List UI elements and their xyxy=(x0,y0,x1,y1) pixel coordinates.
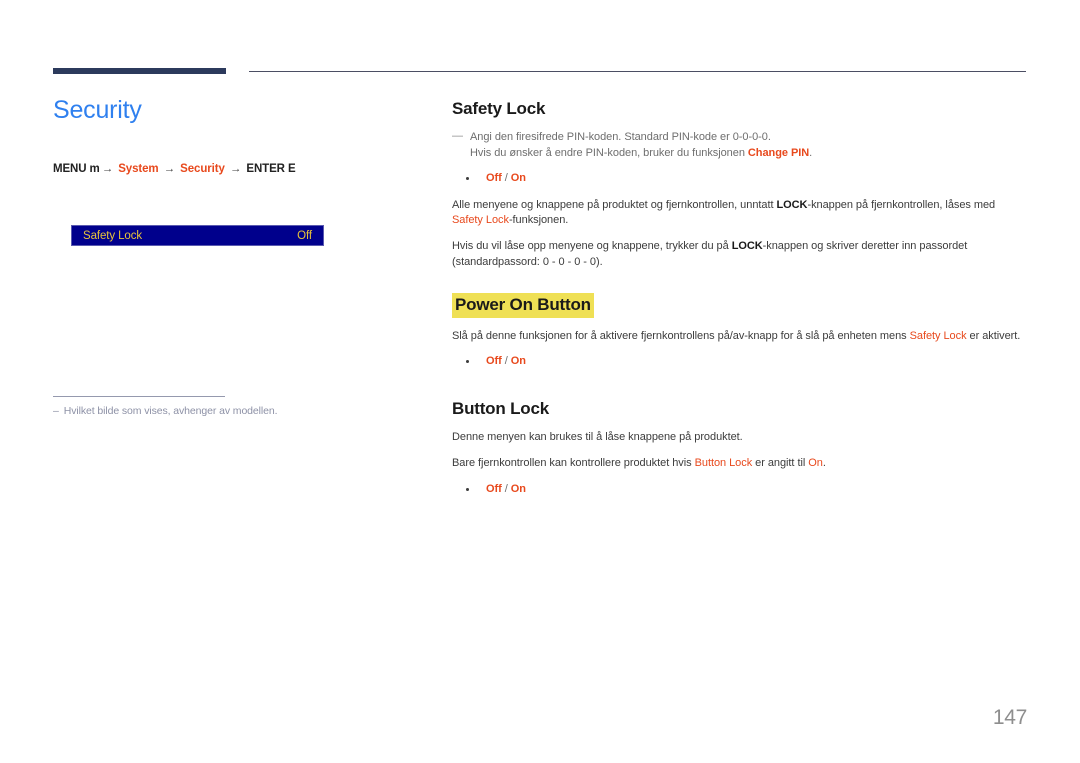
note-line-1: Angi den firesifrede PIN-koden. Standard… xyxy=(470,131,771,144)
breadcrumb-end: ENTER E xyxy=(246,163,296,175)
breadcrumb-step-security: Security xyxy=(180,163,225,175)
section-heading-power-on-button: Power On Button xyxy=(452,293,594,318)
osd-item-label: Safety Lock xyxy=(83,229,142,242)
paragraph-safety-lock-2: Hvis du vil låse opp menyene og knappene… xyxy=(452,239,1027,271)
document-page: Security MENU m → System → Security → ENT… xyxy=(0,0,1080,763)
option-separator: / xyxy=(501,482,511,495)
option-separator: / xyxy=(501,172,511,185)
option-off: Off xyxy=(486,172,502,185)
paragraph-text-post: -funksjonen. xyxy=(508,214,569,227)
paragraph-strong-lock: LOCK xyxy=(731,240,763,253)
page-number: 147 xyxy=(992,706,1027,729)
section-heading-button-lock: Button Lock xyxy=(452,398,549,418)
paragraph-text-post: er aktivert. xyxy=(966,329,1021,342)
paragraph-accent-on: On xyxy=(808,457,823,470)
note-line-2-pre: Hvis du ønsker å endre PIN-koden, bruker… xyxy=(470,147,748,160)
page-title: Security xyxy=(53,96,142,124)
section-heading-safety-lock: Safety Lock xyxy=(452,99,546,118)
paragraph-accent-button-lock: Button Lock xyxy=(694,457,753,470)
options-list-power-on-button: Off / On xyxy=(452,354,1027,369)
option-on: On xyxy=(510,355,526,368)
options-list-safety-lock: Off / On xyxy=(452,171,1027,186)
option-item: Off / On xyxy=(466,354,1027,369)
paragraph-text-post: . xyxy=(822,457,826,470)
paragraph-text-mid: er angitt til xyxy=(752,457,809,470)
paragraph-text-pre: Slå på denne funksjonen for å aktivere f… xyxy=(452,329,910,342)
right-column: Safety Lock — Angi den firesifrede PIN-k… xyxy=(452,98,1027,508)
breadcrumb-arrow-1: → xyxy=(101,163,114,175)
paragraph-button-lock-2: Bare fjernkontrollen kan kontrollere pro… xyxy=(452,456,1027,472)
footnote-text: Hvilket bilde som vises, avhenger av mod… xyxy=(63,405,278,417)
option-item: Off / On xyxy=(466,171,1027,186)
footnote-dash: – xyxy=(53,405,59,417)
header-rule-thin xyxy=(249,71,1026,72)
option-on: On xyxy=(510,482,526,495)
breadcrumb: MENU m → System → Security → ENTER E xyxy=(53,163,403,175)
note-text: Angi den firesifrede PIN-koden. Standard… xyxy=(470,130,812,162)
header-rule-thick xyxy=(53,68,226,74)
option-off: Off xyxy=(486,355,502,368)
option-on: On xyxy=(510,172,526,185)
osd-item-value: Off xyxy=(297,229,312,242)
paragraph-strong-lock: LOCK xyxy=(776,198,808,211)
option-separator: / xyxy=(501,355,511,368)
paragraph-safety-lock-1: Alle menyene og knappene på produktet og… xyxy=(452,198,1027,230)
footnote: – Hvilket bilde som vises, avhenger av m… xyxy=(53,404,393,418)
breadcrumb-arrow-3: → xyxy=(229,163,242,175)
paragraph-text-pre: Bare fjernkontrollen kan kontrollere pro… xyxy=(452,457,695,470)
breadcrumb-step-system: System xyxy=(118,163,159,175)
paragraph-accent-safety-lock: Safety Lock xyxy=(909,329,967,342)
note-line-2-post: . xyxy=(809,147,813,160)
osd-menu-row-safety-lock[interactable]: Safety Lock Off xyxy=(71,225,324,246)
note-block-safety-lock: — Angi den firesifrede PIN-koden. Standa… xyxy=(452,130,1027,162)
note-dash-icon: — xyxy=(452,130,463,143)
breadcrumb-start: MENU m xyxy=(53,163,100,175)
option-off: Off xyxy=(486,482,502,495)
section-heading-wrap-power-on-button: Power On Button xyxy=(452,293,1027,318)
paragraph-text-pre: Alle menyene og knappene på produktet og… xyxy=(452,198,777,211)
left-column: Security MENU m → System → Security → ENT… xyxy=(53,95,403,175)
option-item: Off / On xyxy=(466,482,1027,497)
footnote-divider xyxy=(53,396,225,397)
paragraph-accent-safety-lock: Safety Lock xyxy=(452,214,509,227)
paragraph-text-mid: -knappen på fjernkontrollen, låses med xyxy=(807,198,996,211)
paragraph-button-lock-1: Denne menyen kan brukes til å låse knapp… xyxy=(452,431,743,444)
note-link-change-pin: Change PIN xyxy=(747,147,810,160)
options-list-button-lock: Off / On xyxy=(452,482,1027,497)
breadcrumb-arrow-2: → xyxy=(163,163,176,175)
paragraph-power-on-button: Slå på denne funksjonen for å aktivere f… xyxy=(452,329,1027,345)
paragraph-text-pre: Hvis du vil låse opp menyene og knappene… xyxy=(452,240,732,253)
